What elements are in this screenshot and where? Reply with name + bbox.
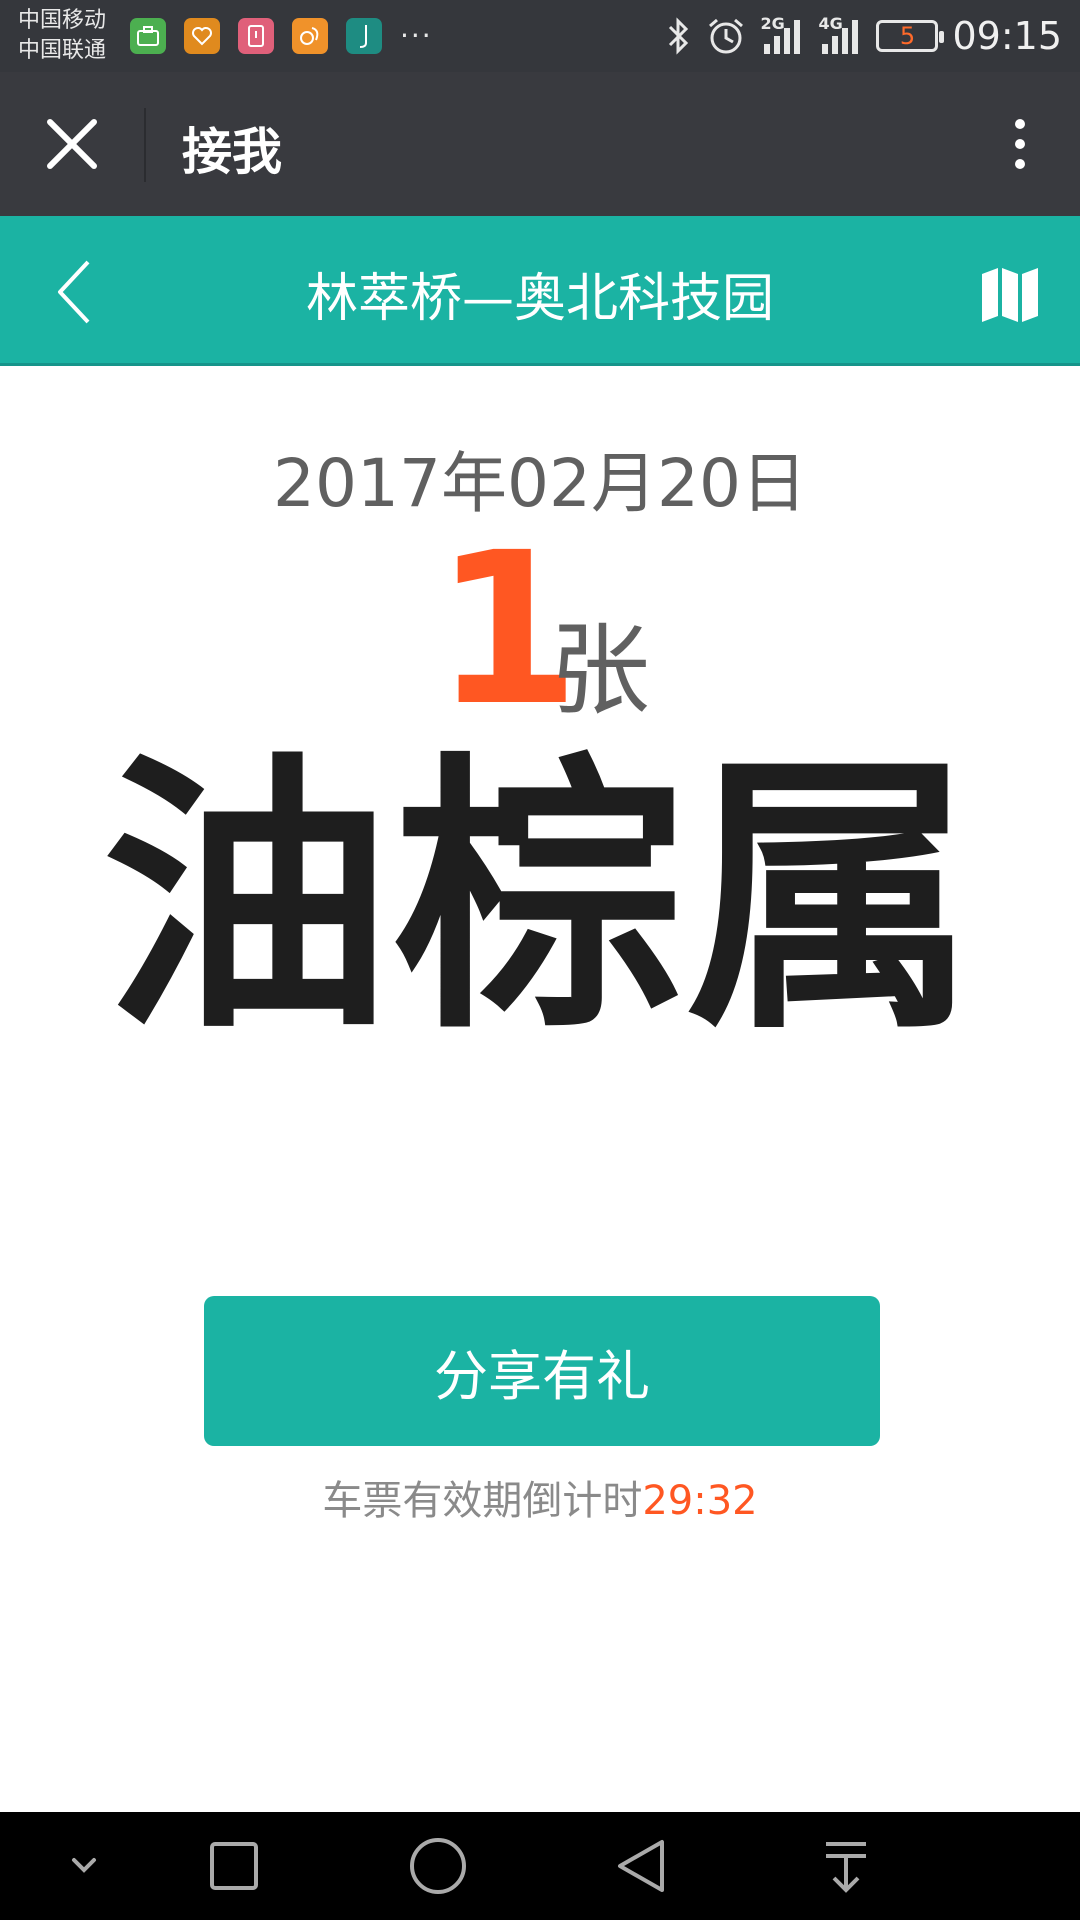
carrier-2: 中国联通 bbox=[18, 38, 107, 63]
triangle-back-icon bbox=[618, 1840, 664, 1892]
close-button[interactable] bbox=[36, 108, 108, 180]
page-title: 接我 bbox=[182, 123, 282, 181]
status-bar: 中国移动 中国联通 ··· 2G 4G 5 09:15 bbox=[0, 0, 1080, 72]
system-nav-bar bbox=[0, 1812, 1080, 1920]
battery-icon: 5 bbox=[876, 20, 945, 52]
toolbar-divider bbox=[144, 108, 146, 182]
browser-toolbar: 接我 bbox=[0, 72, 1080, 216]
signal-4g-icon: 4G bbox=[818, 14, 862, 54]
nav-notifications-button[interactable] bbox=[816, 1836, 876, 1896]
route-header: 林萃桥—奥北科技园 bbox=[0, 216, 1080, 366]
clock: 09:15 bbox=[952, 14, 1062, 58]
countdown-timer: 29:32 bbox=[642, 1478, 758, 1524]
nav-recents-button[interactable] bbox=[204, 1836, 264, 1896]
pull-down-icon bbox=[826, 1842, 866, 1893]
more-notifications-icon: ··· bbox=[400, 19, 433, 52]
alarm-icon bbox=[709, 18, 744, 54]
more-options-button[interactable] bbox=[990, 108, 1050, 180]
more-dot-icon bbox=[1015, 139, 1025, 149]
battery-level: 5 bbox=[899, 22, 916, 50]
chevron-down-icon bbox=[72, 1858, 96, 1873]
signal-2g-icon: 2G bbox=[760, 14, 804, 54]
nav-hide-button[interactable] bbox=[54, 1836, 114, 1896]
system-status: 2G 4G 5 09:15 bbox=[664, 10, 1062, 62]
ticket-code-word: 油棕属 bbox=[102, 731, 978, 1068]
briefcase-icon bbox=[130, 18, 166, 54]
bluetooth-icon bbox=[669, 17, 689, 55]
square-icon bbox=[210, 1842, 258, 1890]
bracket-icon bbox=[346, 18, 382, 54]
map-icon bbox=[982, 268, 1038, 322]
nav-back-button[interactable] bbox=[612, 1836, 672, 1896]
heart-icon bbox=[184, 18, 220, 54]
ticket-count-unit: 张 bbox=[550, 612, 650, 729]
signal-4g-label: 4G bbox=[818, 14, 843, 33]
more-dot-icon bbox=[1015, 119, 1025, 129]
carrier-info: 中国移动 中国联通 bbox=[18, 6, 106, 66]
nav-home-button[interactable] bbox=[408, 1836, 468, 1896]
share-button[interactable]: 分享有礼 bbox=[204, 1296, 880, 1446]
squirrel-icon bbox=[292, 18, 328, 54]
ticket-count: 1 张 bbox=[0, 525, 1080, 735]
ticket-countdown: 车票有效期倒计时29:32 bbox=[0, 1468, 1080, 1526]
countdown-label: 车票有效期倒计时 bbox=[322, 1478, 643, 1524]
map-button[interactable] bbox=[980, 266, 1040, 324]
signal-2g-label: 2G bbox=[760, 14, 785, 33]
route-title: 林萃桥—奥北科技园 bbox=[305, 269, 774, 329]
close-icon bbox=[47, 119, 97, 169]
alert-icon bbox=[238, 18, 274, 54]
carrier-1: 中国移动 bbox=[18, 8, 107, 33]
circle-icon bbox=[410, 1838, 466, 1894]
notification-icons: ··· bbox=[130, 18, 433, 54]
more-dot-icon bbox=[1015, 159, 1025, 169]
